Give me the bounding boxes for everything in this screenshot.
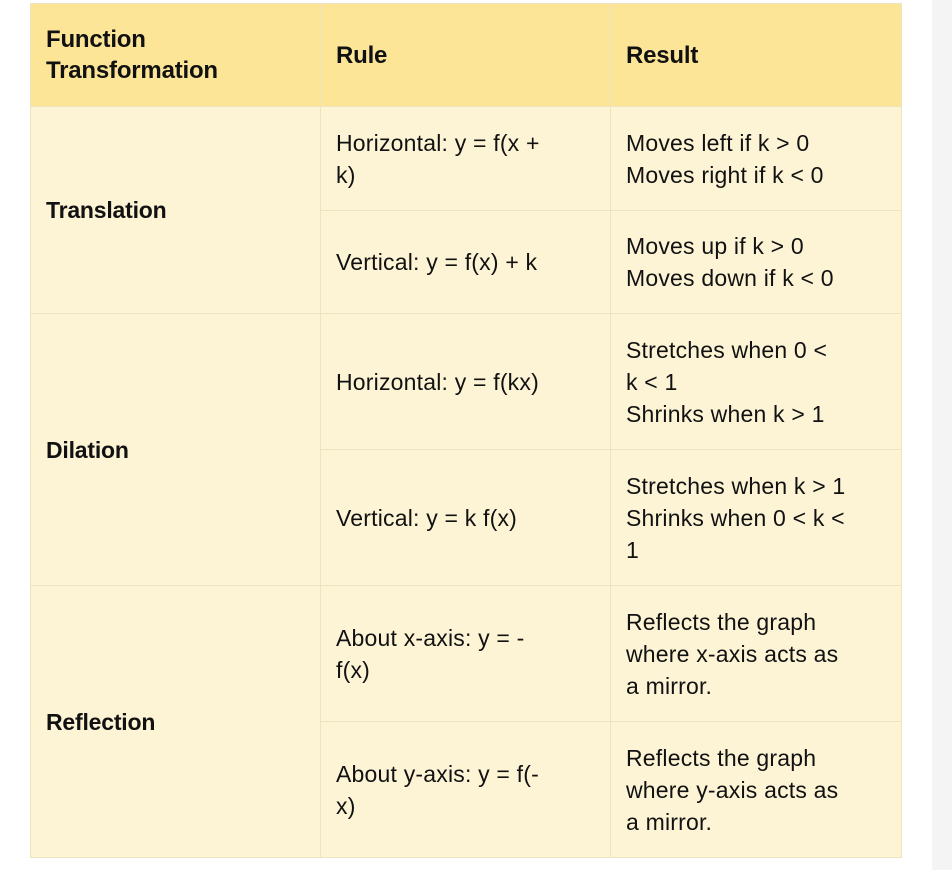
result-cell: Stretches when 0 < k < 1 Shrinks when k … — [610, 313, 902, 450]
result-cell: Moves up if k > 0 Moves down if k < 0 — [610, 210, 902, 314]
rule-cell: About y-axis: y = f(- x) — [320, 721, 611, 858]
result-line: Reflects the graph — [626, 744, 817, 771]
result-line: a mirror. — [626, 808, 713, 835]
result-line: a mirror. — [626, 672, 713, 699]
result-line: Reflects the graph — [626, 608, 817, 635]
result-line: Shrinks when 0 < k < — [626, 504, 845, 531]
page-side-gutter — [932, 0, 952, 870]
header-col1-line1: Function — [46, 26, 146, 53]
transformation-name-dilation: Dilation — [30, 313, 321, 586]
result-line: where x-axis acts as — [626, 640, 839, 667]
rule-cell: Horizontal: y = f(x + k) — [320, 106, 611, 211]
transformation-name-translation: Translation — [30, 106, 321, 314]
result-line: Moves right if k < 0 — [626, 161, 824, 188]
result-cell: Stretches when k > 1 Shrinks when 0 < k … — [610, 449, 902, 586]
header-function-transformation: Function Transformation — [30, 3, 321, 107]
rule-line: About x-axis: y = - — [336, 624, 525, 651]
result-line: Stretches when k > 1 — [626, 472, 846, 499]
result-cell: Moves left if k > 0 Moves right if k < 0 — [610, 106, 902, 211]
result-line: Moves up if k > 0 — [626, 233, 804, 259]
result-cell: Reflects the graph where x-axis acts as … — [610, 585, 902, 722]
rule-cell: About x-axis: y = - f(x) — [320, 585, 611, 722]
rule-line: Horizontal: y = f(kx) — [336, 368, 539, 395]
function-transformation-table: Function Transformation Rule Result Tran… — [30, 3, 902, 858]
rule-cell: Vertical: y = f(x) + k — [320, 210, 611, 314]
result-line: Moves down if k < 0 — [626, 265, 834, 291]
transformation-name-reflection: Reflection — [30, 585, 321, 858]
rule-line: x) — [336, 792, 356, 819]
rule-line: About y-axis: y = f(- — [336, 760, 539, 787]
header-rule: Rule — [320, 3, 611, 107]
rule-line: f(x) — [336, 656, 371, 683]
table-header-row: Function Transformation Rule Result — [30, 3, 902, 107]
rule-cell: Horizontal: y = f(kx) — [320, 313, 611, 450]
rule-line: Horizontal: y = f(x + — [336, 129, 540, 156]
rule-line: k) — [336, 161, 356, 188]
result-line: Shrinks when k > 1 — [626, 400, 825, 427]
rule-line: Vertical: y = k f(x) — [336, 504, 518, 531]
rule-cell: Vertical: y = k f(x) — [320, 449, 611, 586]
result-line: Moves left if k > 0 — [626, 129, 810, 156]
table-row: Reflection About x-axis: y = - f(x) Refl… — [30, 585, 902, 858]
rule-line: Vertical: y = f(x) + k — [336, 249, 538, 275]
result-line: k < 1 — [626, 368, 678, 395]
table-row: Dilation Horizontal: y = f(kx) Stretches… — [30, 313, 902, 586]
header-col1-line2: Transformation — [46, 57, 218, 84]
result-line: where y-axis acts as — [626, 776, 839, 803]
result-line: Stretches when 0 < — [626, 336, 828, 363]
result-line: 1 — [626, 536, 639, 563]
result-cell: Reflects the graph where y-axis acts as … — [610, 721, 902, 858]
header-result: Result — [610, 3, 902, 107]
table-row: Translation Horizontal: y = f(x + k) Mov… — [30, 106, 902, 314]
